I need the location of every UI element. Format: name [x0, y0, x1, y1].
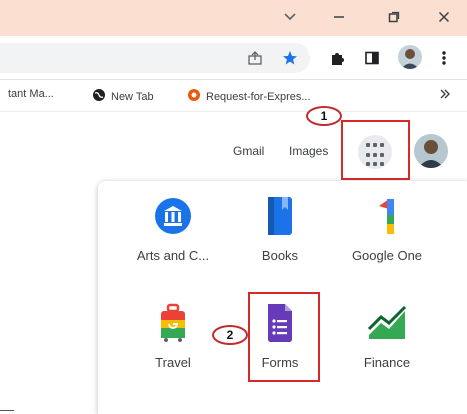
double-chevron-right-icon[interactable] [440, 89, 450, 99]
app-label: Travel [155, 355, 191, 370]
app-label: Google One [351, 248, 423, 263]
step-2-callout: 2 [212, 325, 248, 345]
google-one-icon [367, 196, 407, 236]
app-arts-and-culture[interactable]: Arts and C... [118, 196, 228, 263]
books-icon [260, 196, 300, 236]
arts-culture-icon [153, 196, 193, 236]
app-label: Arts and C... [136, 248, 210, 263]
bookmarks-bar: tant Ma... New Tab Request-for-Expres... [0, 80, 467, 112]
apps-button-highlight [341, 120, 410, 180]
profile-avatar[interactable] [398, 45, 422, 69]
images-link[interactable]: Images [289, 144, 328, 158]
bookmark-request[interactable]: Request-for-Expres... [187, 88, 311, 105]
address-bar[interactable] [0, 43, 310, 73]
side-panel-icon[interactable] [362, 48, 382, 68]
bookmark-new-tab[interactable]: New Tab [92, 88, 154, 105]
menu-dots-icon[interactable] [434, 48, 454, 68]
step-1-callout: 1 [306, 106, 342, 126]
orange-record-icon [187, 88, 201, 105]
window-title-bar [0, 0, 467, 36]
app-label: Books [261, 248, 299, 263]
finance-icon [367, 303, 407, 343]
browser-toolbar [0, 36, 467, 80]
close-icon[interactable] [432, 6, 456, 28]
restore-icon[interactable] [382, 6, 406, 28]
app-google-one[interactable]: Google One [332, 196, 442, 263]
avatar[interactable] [414, 134, 448, 168]
forms-highlight [248, 292, 320, 382]
minimize-icon[interactable] [327, 6, 351, 28]
chevron-down-icon[interactable] [278, 6, 302, 28]
divider [0, 410, 14, 411]
travel-icon [153, 303, 193, 343]
bookmark-star-icon[interactable] [281, 49, 299, 67]
app-finance[interactable]: Finance [332, 303, 442, 370]
app-books[interactable]: Books [225, 196, 335, 263]
bookmark-label: tant Ma... [8, 88, 54, 100]
extensions-puzzle-icon[interactable] [327, 48, 347, 68]
bookmark-item[interactable]: tant Ma... [8, 88, 54, 100]
google-homepage: Gmail Images 1 Arts and C... Books Googl [0, 106, 467, 414]
app-label: Finance [363, 355, 411, 370]
bookmark-label: Request-for-Expres... [206, 90, 311, 103]
share-icon[interactable] [246, 49, 264, 67]
gmail-link[interactable]: Gmail [233, 144, 264, 158]
globe-icon [92, 88, 106, 105]
bookmark-label: New Tab [111, 90, 154, 103]
